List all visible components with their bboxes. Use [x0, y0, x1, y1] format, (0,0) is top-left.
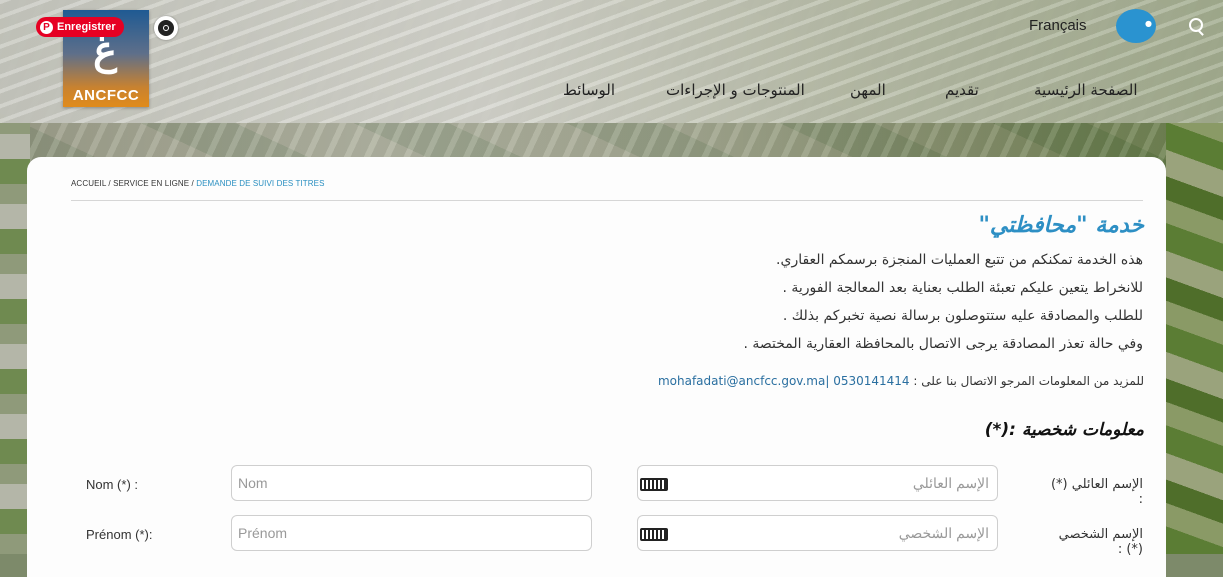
intro-paragraph: وفي حالة تعذر المصادقة يرجى الاتصال بالم…	[743, 336, 1143, 352]
pinterest-icon: P	[40, 20, 53, 34]
nav-item-presentation[interactable]: تقديم	[945, 81, 979, 101]
accessibility-button[interactable]: ●	[1116, 9, 1156, 43]
contact-link[interactable]: 0530141414 |mohafadati@ancfcc.gov.ma	[658, 374, 910, 388]
page-title: خدمة "محافظتي"	[978, 213, 1144, 238]
contact-line: للمزيد من المعلومات المرجو الاتصال بنا ع…	[560, 374, 1144, 388]
prenom-input-ar[interactable]: الإسم الشخصي	[637, 515, 998, 551]
breadcrumb-current: DEMANDE DE SUIVI DES TITRES	[196, 179, 325, 188]
prenom-label-fr: Prénom (*):	[86, 527, 153, 542]
prenom-input-fr[interactable]: Prénom	[231, 515, 592, 551]
virtual-keyboard-icon[interactable]	[640, 528, 668, 541]
visual-search-icon[interactable]	[154, 16, 178, 40]
pinterest-save-label: Enregistrer	[57, 21, 116, 33]
pinterest-save-button[interactable]: P Enregistrer	[36, 17, 124, 37]
breadcrumb-divider	[71, 200, 1143, 201]
breadcrumb-service[interactable]: SERVICE EN LIGNE	[113, 179, 189, 188]
search-icon[interactable]	[1189, 18, 1203, 32]
prenom-label-ar: الإسم الشخصي (*) :	[1058, 527, 1143, 557]
nom-label-ar: الإسم العائلي (*) :	[1050, 477, 1143, 507]
intro-paragraph: للانخراط يتعين عليكم تعبئة الطلب بعناية …	[782, 280, 1143, 296]
nav-item-media[interactable]: الوسائط	[563, 81, 615, 101]
background-strip-right	[1166, 123, 1223, 554]
nav-item-products[interactable]: المنتوجات و الإجراءات	[666, 81, 805, 101]
intro-paragraph: للطلب والمصادقة عليه ستتوصلون برسالة نصي…	[782, 308, 1143, 324]
nom-input-ar[interactable]: الإسم العائلي	[637, 465, 998, 501]
breadcrumb: ACCUEIL / SERVICE EN LIGNE / DEMANDE DE …	[71, 179, 325, 188]
nav-item-professions[interactable]: المهن	[850, 81, 886, 101]
nav-item-home[interactable]: الصفحة الرئيسية	[1034, 81, 1138, 101]
logo-text: ANCFCC	[72, 87, 140, 104]
personal-info-heading: معلومات شخصية :(*)	[984, 420, 1144, 440]
contact-prefix: للمزيد من المعلومات المرجو الاتصال بنا ع…	[913, 374, 1144, 388]
language-switch[interactable]: Français	[1029, 17, 1087, 34]
background-strip-left	[0, 123, 30, 554]
nom-input-fr[interactable]: Nom	[231, 465, 592, 501]
virtual-keyboard-icon[interactable]	[640, 478, 668, 491]
breadcrumb-home[interactable]: ACCUEIL	[71, 179, 106, 188]
nom-label-fr: Nom (*) :	[86, 477, 138, 492]
intro-paragraph: هذه الخدمة تمكنكم من تتبع العمليات المنج…	[776, 252, 1143, 268]
